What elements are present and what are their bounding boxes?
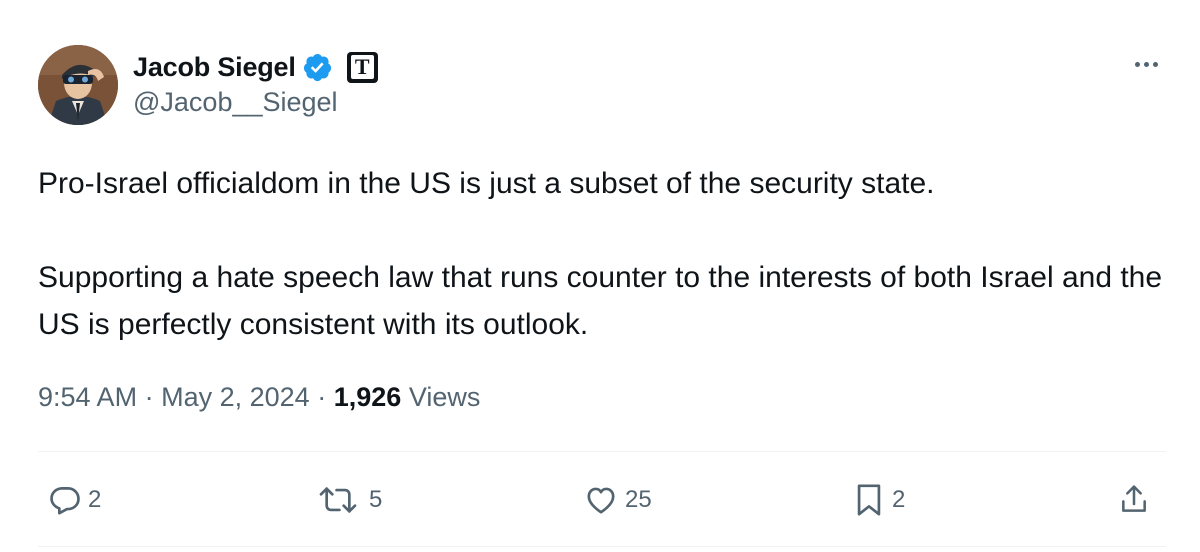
heart-icon bbox=[587, 487, 615, 514]
author-display-name[interactable]: Jacob Siegel bbox=[133, 52, 296, 83]
repost-button[interactable]: 5 bbox=[313, 482, 382, 518]
views-count: 1,926 bbox=[333, 382, 402, 412]
tweet-text: Pro-Israel officialdom in the US is just… bbox=[38, 160, 1168, 348]
bookmark-count: 2 bbox=[892, 486, 906, 513]
more-options-button[interactable] bbox=[1126, 50, 1166, 78]
tweet-paragraph: Pro-Israel officialdom in the US is just… bbox=[38, 167, 935, 200]
tweet-paragraph: Supporting a hate speech law that runs c… bbox=[38, 261, 1163, 341]
meta-separator: · bbox=[317, 382, 327, 412]
meta-separator: · bbox=[144, 382, 154, 412]
reply-icon bbox=[50, 487, 80, 515]
author-handle[interactable]: @Jacob__Siegel bbox=[133, 87, 338, 118]
tweet-date[interactable]: May 2, 2024 bbox=[161, 382, 310, 412]
bookmark-button[interactable]: 2 bbox=[852, 482, 905, 518]
more-dot-icon bbox=[1134, 61, 1140, 67]
share-button[interactable] bbox=[1118, 482, 1150, 518]
affiliation-badge[interactable]: T bbox=[346, 51, 378, 83]
tweet-meta: 9:54 AM · May 2, 2024 · 1,926 Views bbox=[38, 382, 480, 413]
more-dot-icon bbox=[1143, 61, 1149, 67]
affiliation-badge-letter: T bbox=[350, 55, 374, 79]
tweet-card: Jacob Siegel T @Jacob__Siegel Pro-Israel… bbox=[0, 0, 1200, 552]
divider bbox=[38, 451, 1166, 452]
bookmark-icon bbox=[857, 484, 881, 516]
verified-badge-icon bbox=[303, 53, 331, 81]
like-button[interactable]: 25 bbox=[583, 482, 652, 518]
share-icon bbox=[1122, 485, 1146, 512]
avatar[interactable] bbox=[38, 45, 118, 125]
like-count: 25 bbox=[625, 486, 652, 513]
avatar-illustration bbox=[38, 45, 118, 125]
reply-button[interactable]: 2 bbox=[48, 482, 101, 518]
more-dot-icon bbox=[1152, 61, 1158, 67]
author-name-row: Jacob Siegel T bbox=[133, 47, 378, 87]
reply-count: 2 bbox=[88, 486, 102, 513]
tweet-time[interactable]: 9:54 AM bbox=[38, 382, 137, 412]
divider bbox=[38, 546, 1166, 547]
views-label: Views bbox=[408, 382, 481, 412]
repost-count: 5 bbox=[369, 486, 383, 513]
repost-icon bbox=[319, 487, 357, 513]
